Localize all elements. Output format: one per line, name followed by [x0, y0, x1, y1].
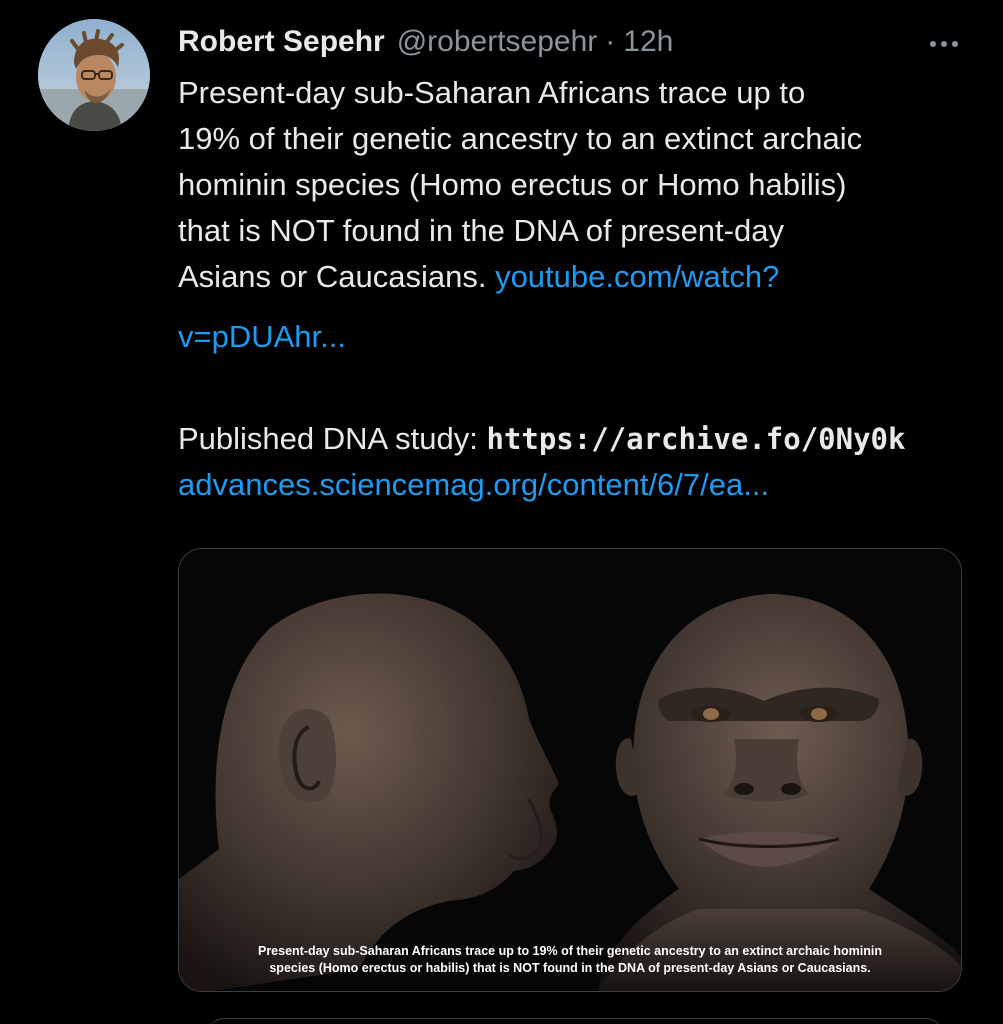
avatar-photo — [38, 19, 150, 131]
tweet-text-line: hominin species (Homo erectus or Homo ha… — [178, 167, 847, 202]
author-display-name[interactable]: Robert Sepehr — [178, 22, 385, 62]
youtube-link-continuation[interactable]: v=pDUAhr... — [178, 319, 346, 354]
tweet-text-line: that is NOT found in the DNA of present-… — [178, 213, 784, 248]
youtube-link-continuation-line: v=pDUAhr... — [178, 314, 346, 360]
sciencemag-link[interactable]: advances.sciencemag.org/content/6/7/ea..… — [178, 467, 769, 502]
more-horizontal-icon — [952, 41, 958, 47]
study-label: Published DNA study: — [178, 421, 478, 456]
image-caption-line: species (Homo erectus or habilis) that i… — [269, 961, 871, 975]
tweet-text-fragment: Asians or Caucasians. — [178, 259, 487, 294]
tweet-text-line: Asians or Caucasians. youtube.com/watch? — [178, 254, 978, 300]
image-caption-line: Present-day sub-Saharan Africans trace u… — [257, 944, 883, 958]
separator-dot: · — [605, 25, 616, 58]
sciencemag-line: advances.sciencemag.org/content/6/7/ea..… — [178, 462, 769, 508]
more-horizontal-icon — [930, 41, 936, 47]
tweet-text: Present-day sub-Saharan Africans trace u… — [178, 70, 978, 300]
archive-link[interactable]: https://archive.fo/0Ny0k — [486, 422, 905, 456]
tweet[interactable]: Robert Sepehr @robertsepehr · 12h Presen… — [0, 0, 1003, 1024]
tweet-text-line: Present-day sub-Saharan Africans trace u… — [178, 75, 806, 110]
author-handle[interactable]: @robertsepehr — [397, 22, 598, 62]
more-horizontal-icon — [941, 41, 947, 47]
tweet-timestamp[interactable]: 12h — [623, 22, 673, 62]
more-options-button[interactable] — [922, 30, 966, 58]
youtube-link[interactable]: youtube.com/watch? — [495, 259, 779, 294]
study-line: Published DNA study: https://archive.fo/… — [178, 416, 905, 462]
tweet-header: Robert Sepehr @robertsepehr · 12h — [178, 22, 673, 62]
hominin-reconstruction-image — [179, 549, 961, 991]
avatar[interactable] — [38, 19, 150, 131]
tweet-text-line: 19% of their genetic ancestry to an exti… — [178, 121, 863, 156]
tweet-media-image[interactable]: Present-day sub-Saharan Africans trace u… — [178, 548, 962, 992]
image-caption: Present-day sub-Saharan Africans trace u… — [179, 943, 961, 977]
next-card-edge — [205, 1018, 945, 1024]
